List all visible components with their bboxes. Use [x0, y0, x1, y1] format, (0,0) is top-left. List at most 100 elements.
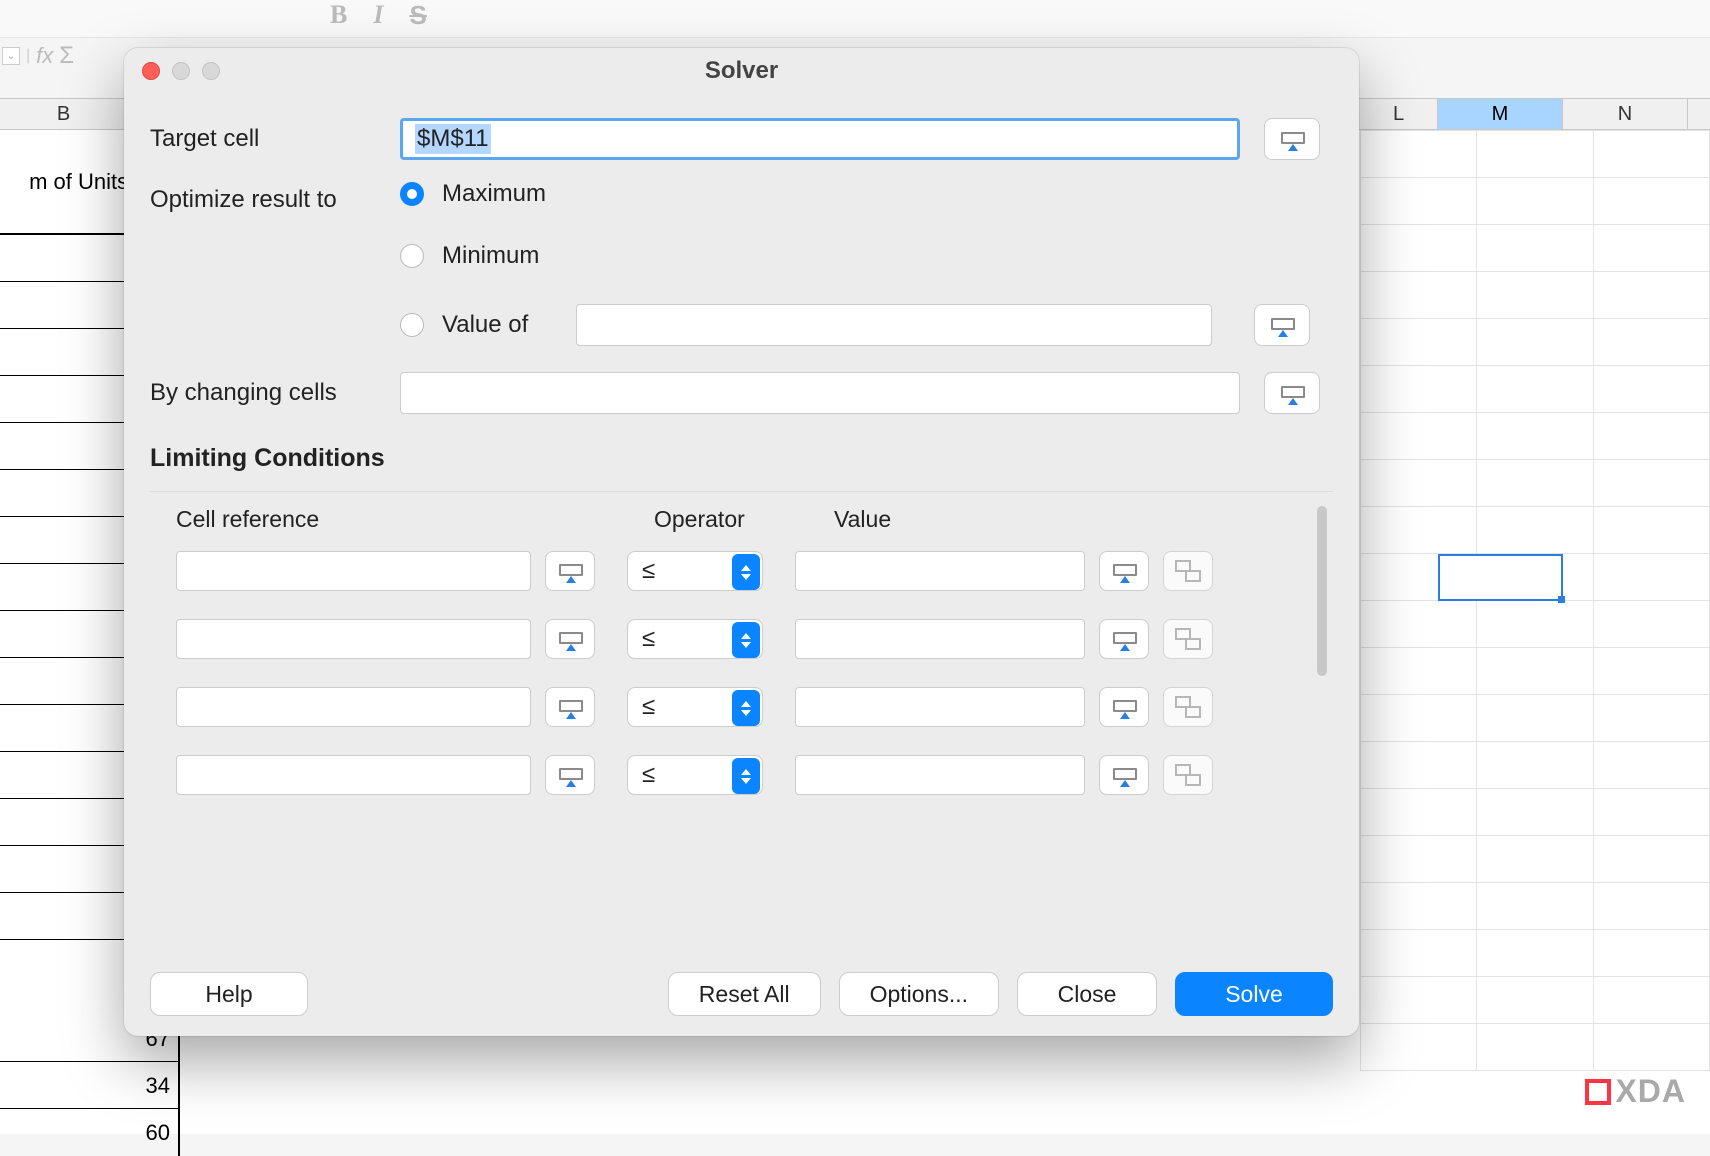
- remove-condition-button[interactable]: [1163, 619, 1213, 659]
- separator: |: [26, 47, 30, 65]
- header-value: Value: [834, 506, 891, 533]
- watermark-icon: [1585, 1079, 1611, 1105]
- radio-valueof-row[interactable]: Value of: [400, 304, 1310, 346]
- solver-dialog: Solver Target cell $M$11 Optimize result…: [124, 48, 1359, 1036]
- cond-cellref-input[interactable]: [176, 755, 531, 795]
- bychanging-input[interactable]: [400, 372, 1240, 414]
- remove-icon: [1177, 631, 1199, 647]
- shrink-icon: [559, 700, 581, 714]
- header-cellref: Cell reference: [176, 506, 654, 533]
- operator-select[interactable]: ≤: [627, 551, 763, 591]
- shrink-value-button[interactable]: [1099, 755, 1149, 795]
- remove-condition-button[interactable]: [1163, 551, 1213, 591]
- shrink-icon: [1113, 632, 1135, 646]
- cond-value-input[interactable]: [795, 619, 1085, 659]
- cond-value-input[interactable]: [795, 755, 1085, 795]
- condition-row: ≤: [176, 687, 1325, 727]
- cell-value[interactable]: 34: [0, 1062, 180, 1109]
- remove-condition-button[interactable]: [1163, 687, 1213, 727]
- condition-rows: ≤ ≤: [176, 551, 1325, 795]
- col-header-l[interactable]: L: [1360, 99, 1438, 129]
- shrink-icon: [1113, 564, 1135, 578]
- conditions-scrollbar[interactable]: [1317, 506, 1327, 676]
- shrink-cellref-button[interactable]: [545, 687, 595, 727]
- formula-bar: ⌄ | fx Σ: [0, 42, 74, 70]
- solve-button[interactable]: Solve: [1175, 972, 1333, 1016]
- close-button[interactable]: Close: [1017, 972, 1157, 1016]
- bold-icon: B: [330, 0, 347, 30]
- sigma-icon[interactable]: Σ: [59, 42, 74, 70]
- stepper-icon: [732, 690, 760, 726]
- watermark: XDA: [1585, 1073, 1686, 1110]
- shrink-value-button[interactable]: [1099, 687, 1149, 727]
- right-grid[interactable]: [1360, 130, 1710, 1134]
- cond-cellref-input[interactable]: [176, 619, 531, 659]
- shrink-bychanging-button[interactable]: [1264, 372, 1320, 414]
- remove-icon: [1177, 699, 1199, 715]
- remove-icon: [1177, 767, 1199, 783]
- radio-minimum-row[interactable]: Minimum: [400, 242, 1310, 270]
- italic-icon: I: [373, 0, 383, 30]
- optimize-row: Optimize result to Maximum Minimum Value…: [150, 180, 1333, 346]
- col-b-bottom-values: 67 34 60: [0, 1015, 180, 1156]
- cond-value-input[interactable]: [795, 687, 1085, 727]
- shrink-cellref-button[interactable]: [545, 551, 595, 591]
- cell-value[interactable]: 60: [0, 1109, 180, 1156]
- operator-value: ≤: [642, 557, 655, 585]
- shrink-value-button[interactable]: [1099, 619, 1149, 659]
- radio-valueof[interactable]: [400, 313, 424, 337]
- shrink-icon: [559, 564, 581, 578]
- close-window-icon[interactable]: [142, 62, 160, 80]
- stepper-icon: [732, 554, 760, 590]
- reset-all-button[interactable]: Reset All: [668, 972, 821, 1016]
- titlebar: Solver: [124, 48, 1359, 94]
- remove-condition-button[interactable]: [1163, 755, 1213, 795]
- shrink-icon: [1281, 386, 1303, 400]
- options-button[interactable]: Options...: [839, 972, 999, 1016]
- button-bar: Help Reset All Options... Close Solve: [150, 972, 1333, 1016]
- cond-cellref-input[interactable]: [176, 687, 531, 727]
- selected-cell[interactable]: [1438, 554, 1563, 601]
- condition-row: ≤: [176, 755, 1325, 795]
- radio-maximum-row[interactable]: Maximum: [400, 180, 1310, 208]
- shrink-cellref-button[interactable]: [545, 619, 595, 659]
- cond-value-input[interactable]: [795, 551, 1085, 591]
- name-box-dropdown[interactable]: ⌄: [2, 47, 20, 65]
- target-cell-row: Target cell $M$11: [150, 118, 1333, 160]
- col-header-n[interactable]: N: [1563, 99, 1688, 129]
- help-button[interactable]: Help: [150, 972, 308, 1016]
- operator-select[interactable]: ≤: [627, 687, 763, 727]
- conditions-panel: Cell reference Operator Value ≤: [150, 491, 1333, 807]
- shrink-target-button[interactable]: [1264, 118, 1320, 160]
- fx-label[interactable]: fx: [36, 43, 53, 69]
- remove-icon: [1177, 563, 1199, 579]
- shrink-icon: [1281, 132, 1303, 146]
- bychanging-label: By changing cells: [150, 379, 400, 407]
- target-cell-label: Target cell: [150, 125, 400, 153]
- target-cell-input[interactable]: $M$11: [400, 118, 1240, 160]
- cond-cellref-input[interactable]: [176, 551, 531, 591]
- optimize-radio-group: Maximum Minimum Value of: [400, 180, 1310, 346]
- shrink-valueof-button[interactable]: [1254, 304, 1310, 346]
- radio-minimum[interactable]: [400, 244, 424, 268]
- shrink-icon: [559, 768, 581, 782]
- stepper-icon: [732, 758, 760, 794]
- stepper-icon: [732, 622, 760, 658]
- condition-headers: Cell reference Operator Value: [176, 506, 1325, 533]
- valueof-input[interactable]: [576, 304, 1212, 346]
- shrink-icon: [1271, 318, 1293, 332]
- radio-minimum-label: Minimum: [442, 242, 539, 270]
- col-header-b[interactable]: B: [0, 99, 128, 129]
- optimize-label: Optimize result to: [150, 180, 400, 214]
- col-header-m[interactable]: M: [1438, 99, 1563, 129]
- shrink-cellref-button[interactable]: [545, 755, 595, 795]
- minimize-window-icon: [172, 62, 190, 80]
- shrink-icon: [1113, 700, 1135, 714]
- shrink-value-button[interactable]: [1099, 551, 1149, 591]
- shrink-icon: [559, 632, 581, 646]
- operator-select[interactable]: ≤: [627, 619, 763, 659]
- operator-select[interactable]: ≤: [627, 755, 763, 795]
- radio-maximum[interactable]: [400, 182, 424, 206]
- strike-icon: S: [409, 0, 426, 31]
- traffic-lights: [142, 62, 220, 80]
